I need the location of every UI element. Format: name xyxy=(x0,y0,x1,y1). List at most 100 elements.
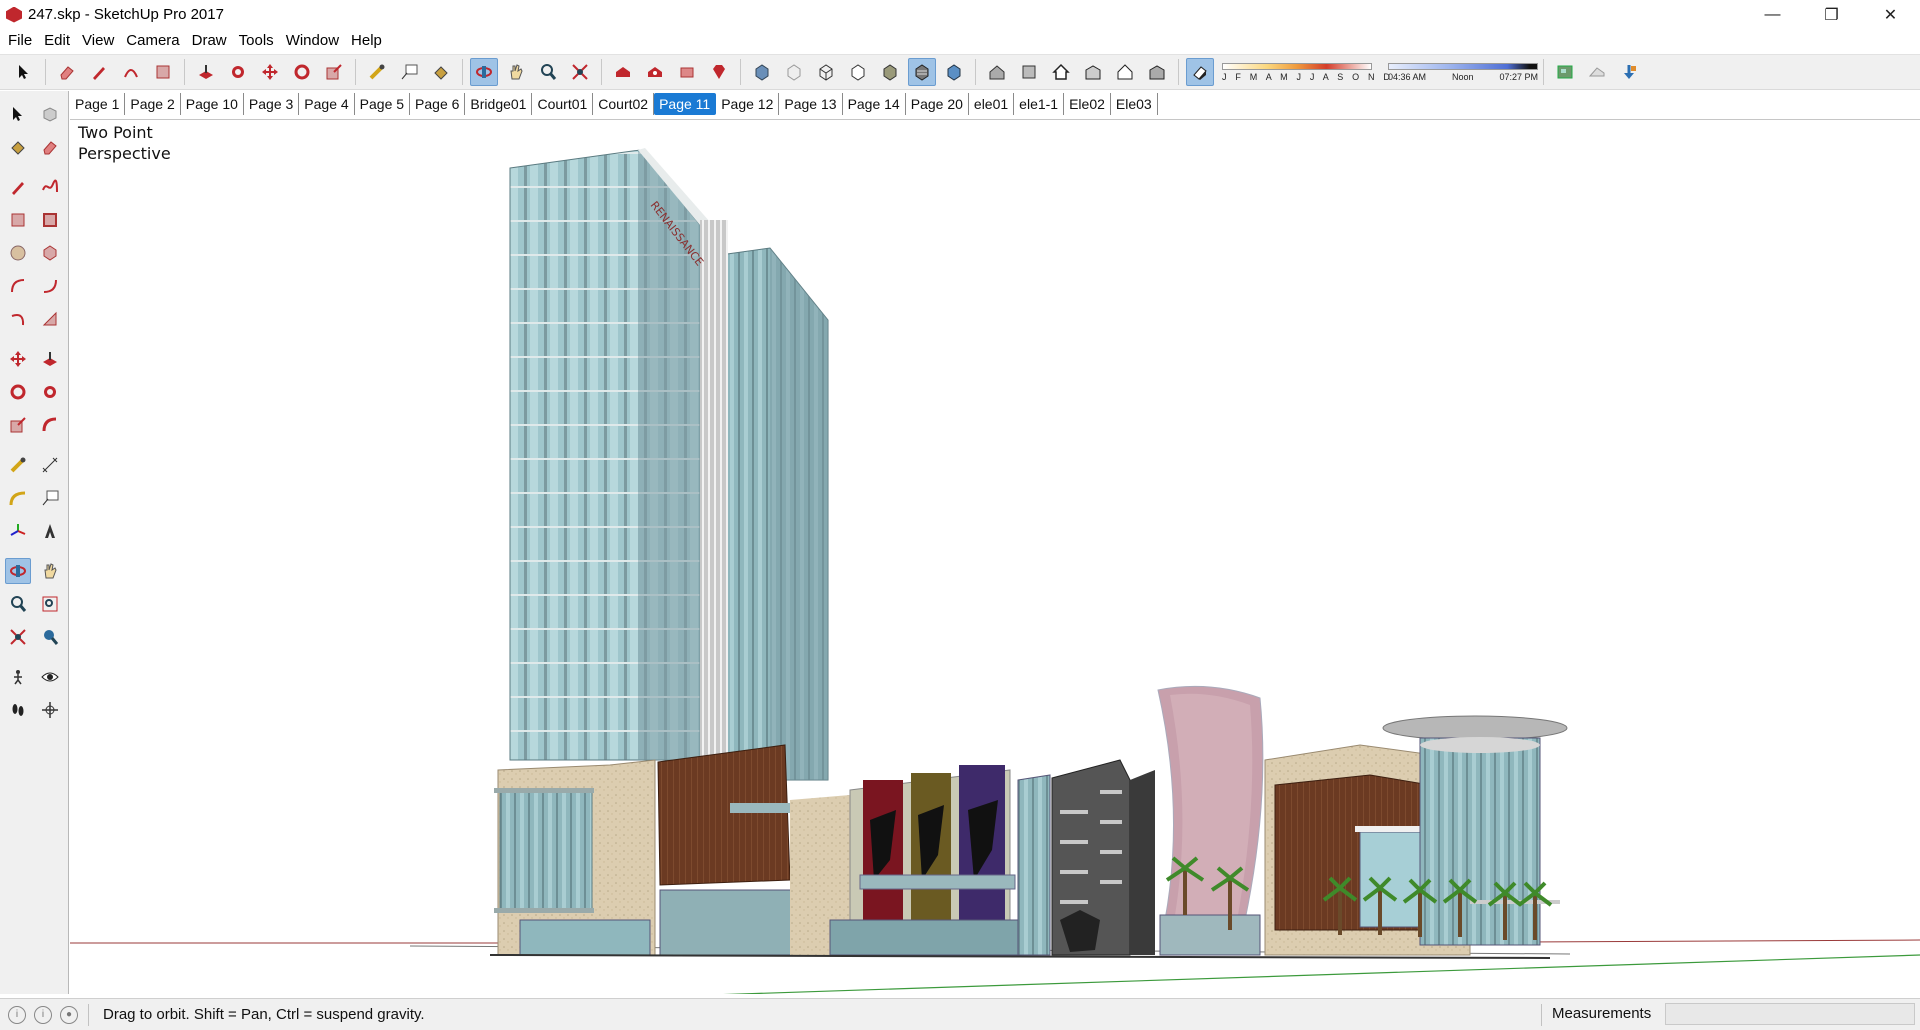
arc-tool-button[interactable] xyxy=(117,58,145,86)
look-around-button[interactable] xyxy=(37,664,63,690)
photo-textures-button[interactable] xyxy=(1615,58,1643,86)
push-pull-tool-button[interactable] xyxy=(192,58,220,86)
scene-tab[interactable]: Bridge01 xyxy=(465,93,533,115)
menu-file[interactable]: File xyxy=(2,29,38,53)
scene-tab[interactable]: Page 1 xyxy=(70,93,126,115)
zoom-window-button[interactable] xyxy=(37,591,63,617)
select-button[interactable] xyxy=(5,101,31,127)
walk-button[interactable] xyxy=(5,697,31,723)
paint-bucket-button[interactable] xyxy=(5,134,31,160)
shadow-date-slider[interactable]: J F M A M J J A S O N D xyxy=(1222,57,1390,87)
wireframe-style-button[interactable] xyxy=(812,58,840,86)
3d-warehouse-button[interactable] xyxy=(609,58,637,86)
zoom-extents-tool-button[interactable] xyxy=(566,58,594,86)
push-pull-button[interactable] xyxy=(37,346,63,372)
scale-tool-button[interactable] xyxy=(320,58,348,86)
top-view-button[interactable] xyxy=(1015,58,1043,86)
model-viewport[interactable]: RENAISSANCE Two Point Perspective xyxy=(70,119,1920,994)
zoom-tool-button[interactable] xyxy=(534,58,562,86)
credits-icon[interactable]: i xyxy=(34,1005,52,1024)
menu-view[interactable]: View xyxy=(76,29,120,53)
zoom-extents-button[interactable] xyxy=(5,624,31,650)
display-shadows-button[interactable] xyxy=(1186,58,1214,86)
protractor-button[interactable] xyxy=(5,485,31,511)
follow-me-tool-button[interactable] xyxy=(224,58,252,86)
pan-tool-button[interactable] xyxy=(502,58,530,86)
shaded-style-button[interactable] xyxy=(876,58,904,86)
scene-tab[interactable]: Court02 xyxy=(593,93,655,115)
add-location-button[interactable] xyxy=(1551,58,1579,86)
line-button[interactable] xyxy=(5,174,31,200)
iso-view-button[interactable] xyxy=(983,58,1011,86)
text-tool-button[interactable] xyxy=(395,58,423,86)
scale-button[interactable] xyxy=(5,412,31,438)
move-button[interactable] xyxy=(5,346,31,372)
right-view-button[interactable] xyxy=(1079,58,1107,86)
menu-draw[interactable]: Draw xyxy=(186,29,233,53)
scene-tab[interactable]: Ele03 xyxy=(1111,93,1158,115)
building-model-render[interactable]: RENAISSANCE xyxy=(70,120,1920,994)
line-tool-button[interactable] xyxy=(85,58,113,86)
extension-warehouse-button[interactable] xyxy=(705,58,733,86)
polygon-button[interactable] xyxy=(37,240,63,266)
tape-measure-button[interactable] xyxy=(5,452,31,478)
scene-tab[interactable]: Page 4 xyxy=(299,93,355,115)
close-button[interactable]: ✕ xyxy=(1861,0,1920,29)
dimensions-button[interactable] xyxy=(37,452,63,478)
text-button[interactable] xyxy=(37,485,63,511)
scene-tab[interactable]: Court01 xyxy=(532,93,594,115)
eraser-button[interactable] xyxy=(37,134,63,160)
front-view-button[interactable] xyxy=(1047,58,1075,86)
share-model-button[interactable] xyxy=(641,58,669,86)
measurements-input[interactable] xyxy=(1665,1003,1915,1025)
scene-tab[interactable]: Page 3 xyxy=(244,93,300,115)
menu-edit[interactable]: Edit xyxy=(38,29,76,53)
month-gradient-bar[interactable] xyxy=(1222,62,1372,70)
user-account-icon[interactable]: ● xyxy=(60,1005,78,1024)
scene-tab[interactable]: ele1-1 xyxy=(1014,93,1065,115)
rectangle-tool-button[interactable] xyxy=(149,58,177,86)
scene-tab[interactable]: Page 14 xyxy=(843,93,906,115)
make-component-button[interactable] xyxy=(37,101,63,127)
circle-button[interactable] xyxy=(5,240,31,266)
scene-tab-active[interactable]: Page 11 xyxy=(654,93,717,115)
scene-tab[interactable]: ele01 xyxy=(969,93,1015,115)
back-view-button[interactable] xyxy=(1111,58,1139,86)
geolocation-icon[interactable]: i xyxy=(8,1005,26,1024)
rotate-button[interactable] xyxy=(5,379,31,405)
position-camera-button[interactable] xyxy=(5,664,31,690)
menu-help[interactable]: Help xyxy=(345,29,388,53)
scene-tab[interactable]: Page 5 xyxy=(355,93,411,115)
xray-style-button[interactable] xyxy=(748,58,776,86)
left-view-button[interactable] xyxy=(1143,58,1171,86)
arc-button[interactable] xyxy=(5,273,31,299)
axes-button[interactable] xyxy=(5,518,31,544)
monochrome-style-button[interactable] xyxy=(940,58,968,86)
menu-window[interactable]: Window xyxy=(280,29,345,53)
time-gradient-bar[interactable] xyxy=(1388,62,1538,70)
pie-button[interactable] xyxy=(37,306,63,332)
eraser-tool-button[interactable] xyxy=(53,58,81,86)
select-tool-button[interactable] xyxy=(10,58,38,86)
scene-tab[interactable]: Ele02 xyxy=(1064,93,1111,115)
menu-tools[interactable]: Tools xyxy=(233,29,280,53)
restore-button[interactable]: ❐ xyxy=(1802,0,1861,29)
orbit-tool-button[interactable] xyxy=(470,58,498,86)
rotated-rectangle-button[interactable] xyxy=(37,207,63,233)
scene-tab[interactable]: Page 10 xyxy=(181,93,244,115)
scene-tab[interactable]: Page 13 xyxy=(779,93,843,115)
shaded-textures-style-button[interactable] xyxy=(908,58,936,86)
previous-view-button[interactable] xyxy=(37,624,63,650)
tape-measure-tool-button[interactable] xyxy=(363,58,391,86)
scene-tab[interactable]: Page 20 xyxy=(906,93,969,115)
shadow-time-slider[interactable]: 04:36 AM Noon 07:27 PM xyxy=(1388,57,1538,87)
3d-text-button[interactable] xyxy=(37,518,63,544)
minimize-button[interactable]: — xyxy=(1743,0,1802,29)
back-edges-style-button[interactable] xyxy=(780,58,808,86)
rectangle-button[interactable] xyxy=(5,207,31,233)
hidden-line-style-button[interactable] xyxy=(844,58,872,86)
scene-tab[interactable]: Page 12 xyxy=(716,93,780,115)
paint-bucket-tool-button[interactable] xyxy=(427,58,455,86)
scene-tab[interactable]: Page 6 xyxy=(410,93,466,115)
move-tool-button[interactable] xyxy=(256,58,284,86)
